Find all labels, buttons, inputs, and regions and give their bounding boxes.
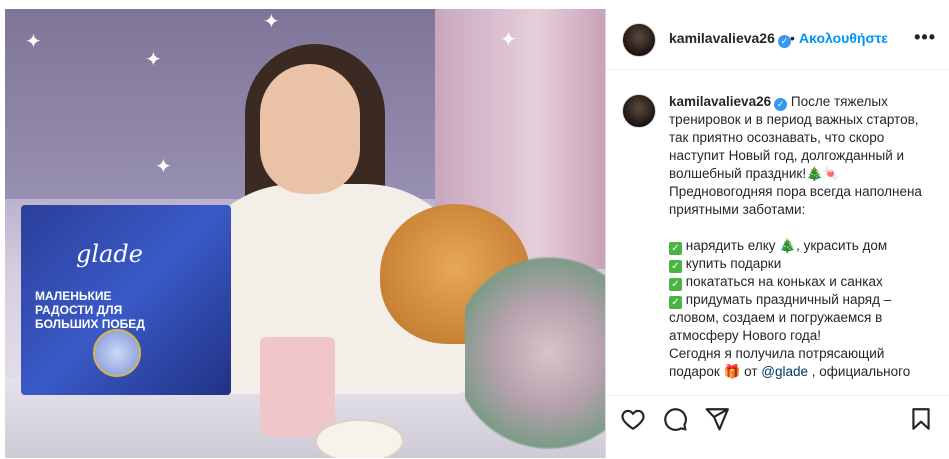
star-decoration: ✦ — [25, 31, 42, 53]
action-bar — [606, 395, 949, 459]
caption-username[interactable]: kamilavalieva26 — [669, 94, 771, 109]
star-decoration: ✦ — [155, 156, 172, 178]
checkmark-icon: ✓ — [669, 278, 682, 291]
box-title: МАЛЕНЬКИЕ РАДОСТИ ДЛЯ БОЛЬШИХ ПОБЕД — [35, 289, 145, 331]
caption-item: нарядить елку 🎄, украсить дом — [685, 238, 888, 253]
candle — [315, 419, 404, 458]
caption-item: покататься на коньках и санках — [685, 274, 883, 289]
star-decoration: ✦ — [263, 11, 280, 33]
mug — [260, 337, 335, 437]
caption-area: kamilavalieva26 ✓ После тяжелых тренирово… — [606, 70, 949, 395]
share-icon[interactable] — [704, 406, 730, 432]
avatar[interactable] — [622, 94, 656, 128]
separator-dot: • — [790, 30, 795, 46]
header-username-wrap: kamilavalieva26 ✓ — [669, 30, 791, 48]
caption-tail-end: , официального — [808, 364, 911, 379]
checkmark-icon: ✓ — [669, 296, 682, 309]
checkmark-icon: ✓ — [669, 242, 682, 255]
box-badge — [93, 329, 141, 377]
caption-text: kamilavalieva26 ✓ После тяжелых тренирово… — [669, 93, 931, 381]
caption-intro: После тяжелых тренировок и в период важн… — [669, 94, 926, 217]
post-modal: ✦ ✦ ✦ ✦ ✦ glade МАЛЕНЬКИЕ РАДОСТИ ДЛЯ БО… — [0, 0, 949, 458]
face — [260, 64, 360, 194]
post-sidebar: kamilavalieva26 ✓ • Ακολουθήστε ••• kamil… — [605, 9, 949, 458]
bookmark-icon[interactable] — [908, 406, 934, 432]
fir-branch-decoration — [465, 248, 605, 458]
more-options-icon[interactable]: ••• — [914, 27, 936, 48]
post-image[interactable]: ✦ ✦ ✦ ✦ ✦ glade МАЛЕНЬКИЕ РАДОСТИ ДЛЯ БО… — [5, 9, 605, 458]
verified-icon: ✓ — [777, 35, 791, 48]
username-link[interactable]: kamilavalieva26 — [669, 30, 775, 46]
mention-link[interactable]: @glade — [761, 364, 808, 379]
caption-item: купить подарки — [685, 256, 782, 271]
comment-icon[interactable] — [662, 406, 688, 432]
star-decoration: ✦ — [145, 49, 162, 71]
gift-box: glade МАЛЕНЬКИЕ РАДОСТИ ДЛЯ БОЛЬШИХ ПОБЕ… — [21, 205, 231, 395]
star-decoration: ✦ — [500, 29, 517, 51]
verified-icon: ✓ — [774, 98, 788, 111]
box-brand: glade — [76, 240, 143, 268]
follow-button[interactable]: Ακολουθήστε — [799, 30, 888, 46]
avatar[interactable] — [622, 23, 656, 57]
heart-icon[interactable] — [620, 406, 646, 432]
post-header: kamilavalieva26 ✓ • Ακολουθήστε ••• — [606, 9, 949, 70]
checkmark-icon: ✓ — [669, 260, 682, 273]
caption-item: придумать праздничный наряд – словом, со… — [669, 292, 896, 343]
